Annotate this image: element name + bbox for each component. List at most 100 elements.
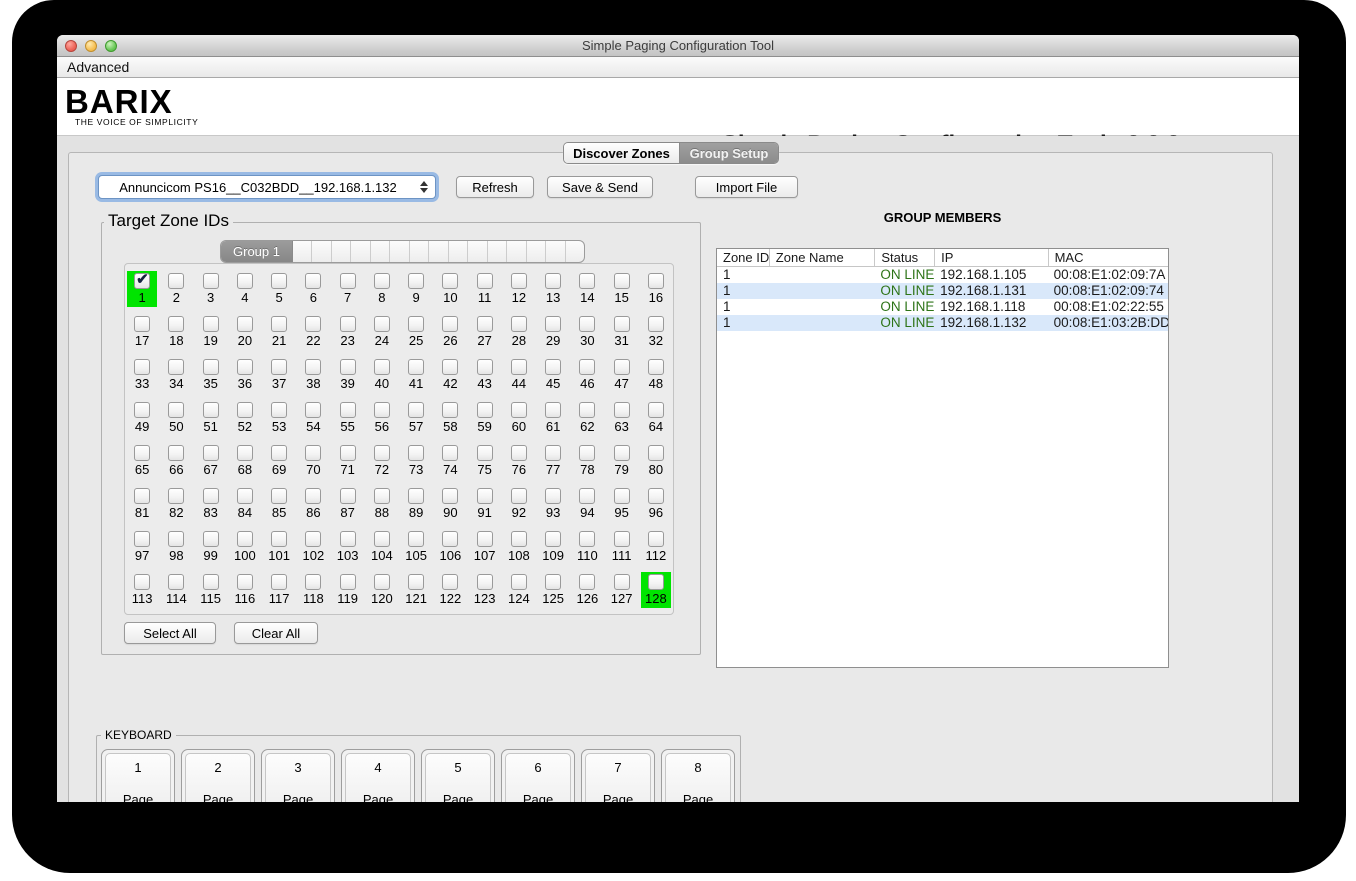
group-tab-empty-14[interactable] bbox=[527, 241, 546, 262]
clear-all-button[interactable]: Clear All bbox=[234, 622, 318, 644]
zone-checkbox-57[interactable] bbox=[408, 402, 424, 418]
zone-checkbox-86[interactable] bbox=[305, 488, 321, 504]
zone-checkbox-58[interactable] bbox=[442, 402, 458, 418]
zone-checkbox-15[interactable] bbox=[614, 273, 630, 289]
zone-checkbox-117[interactable] bbox=[271, 574, 287, 590]
zone-checkbox-10[interactable] bbox=[442, 273, 458, 289]
zone-checkbox-40[interactable] bbox=[374, 359, 390, 375]
zone-checkbox-64[interactable] bbox=[648, 402, 664, 418]
zone-checkbox-103[interactable] bbox=[340, 531, 356, 547]
group-tab-empty-10[interactable] bbox=[449, 241, 468, 262]
zone-checkbox-107[interactable] bbox=[477, 531, 493, 547]
group-tab-empty-12[interactable] bbox=[488, 241, 507, 262]
zone-checkbox-72[interactable] bbox=[374, 445, 390, 461]
keyboard-key-8[interactable]: 8Page bbox=[661, 749, 735, 802]
zone-checkbox-38[interactable] bbox=[305, 359, 321, 375]
zone-checkbox-11[interactable] bbox=[477, 273, 493, 289]
tab-discover-zones[interactable]: Discover Zones bbox=[564, 143, 680, 163]
zone-checkbox-34[interactable] bbox=[168, 359, 184, 375]
refresh-button[interactable]: Refresh bbox=[456, 176, 534, 198]
zone-checkbox-63[interactable] bbox=[614, 402, 630, 418]
zone-checkbox-114[interactable] bbox=[168, 574, 184, 590]
group-tab-empty-13[interactable] bbox=[507, 241, 526, 262]
zone-checkbox-88[interactable] bbox=[374, 488, 390, 504]
zone-checkbox-75[interactable] bbox=[477, 445, 493, 461]
zone-checkbox-125[interactable] bbox=[545, 574, 561, 590]
zone-checkbox-19[interactable] bbox=[203, 316, 219, 332]
zone-checkbox-74[interactable] bbox=[442, 445, 458, 461]
zone-checkbox-60[interactable] bbox=[511, 402, 527, 418]
zone-checkbox-27[interactable] bbox=[477, 316, 493, 332]
zone-checkbox-39[interactable] bbox=[340, 359, 356, 375]
zone-checkbox-24[interactable] bbox=[374, 316, 390, 332]
zone-checkbox-61[interactable] bbox=[545, 402, 561, 418]
zone-checkbox-31[interactable] bbox=[614, 316, 630, 332]
zone-checkbox-48[interactable] bbox=[648, 359, 664, 375]
zone-checkbox-120[interactable] bbox=[374, 574, 390, 590]
zone-checkbox-109[interactable] bbox=[545, 531, 561, 547]
group-tab-empty-6[interactable] bbox=[371, 241, 390, 262]
zone-checkbox-35[interactable] bbox=[203, 359, 219, 375]
zone-checkbox-94[interactable] bbox=[579, 488, 595, 504]
zone-checkbox-36[interactable] bbox=[237, 359, 253, 375]
import-file-button[interactable]: Import File bbox=[695, 176, 798, 198]
zone-checkbox-2[interactable] bbox=[168, 273, 184, 289]
zone-checkbox-41[interactable] bbox=[408, 359, 424, 375]
zone-checkbox-56[interactable] bbox=[374, 402, 390, 418]
zone-checkbox-112[interactable] bbox=[648, 531, 664, 547]
zone-checkbox-124[interactable] bbox=[511, 574, 527, 590]
table-row[interactable]: 1ON LINE192.168.1.13200:08:E1:03:2B:DD bbox=[717, 315, 1168, 331]
titlebar[interactable]: Simple Paging Configuration Tool bbox=[57, 35, 1299, 57]
zone-checkbox-9[interactable] bbox=[408, 273, 424, 289]
table-row[interactable]: 1ON LINE192.168.1.10500:08:E1:02:09:7A bbox=[717, 267, 1168, 283]
zone-checkbox-20[interactable] bbox=[237, 316, 253, 332]
group-tab-empty-8[interactable] bbox=[410, 241, 429, 262]
keyboard-key-5[interactable]: 5Page bbox=[421, 749, 495, 802]
zone-checkbox-32[interactable] bbox=[648, 316, 664, 332]
save-send-button[interactable]: Save & Send bbox=[547, 176, 653, 198]
zone-checkbox-98[interactable] bbox=[168, 531, 184, 547]
table-row[interactable]: 1ON LINE192.168.1.13100:08:E1:02:09:74 bbox=[717, 283, 1168, 299]
tab-group-setup[interactable]: Group Setup bbox=[680, 143, 778, 163]
zone-checkbox-23[interactable] bbox=[340, 316, 356, 332]
group-tab-empty-3[interactable] bbox=[312, 241, 331, 262]
zone-checkbox-42[interactable] bbox=[442, 359, 458, 375]
zone-checkbox-116[interactable] bbox=[237, 574, 253, 590]
zone-checkbox-82[interactable] bbox=[168, 488, 184, 504]
zone-checkbox-122[interactable] bbox=[442, 574, 458, 590]
zone-checkbox-93[interactable] bbox=[545, 488, 561, 504]
zone-checkbox-121[interactable] bbox=[408, 574, 424, 590]
zone-checkbox-26[interactable] bbox=[442, 316, 458, 332]
zone-checkbox-53[interactable] bbox=[271, 402, 287, 418]
zone-checkbox-18[interactable] bbox=[168, 316, 184, 332]
zone-checkbox-47[interactable] bbox=[614, 359, 630, 375]
zone-checkbox-89[interactable] bbox=[408, 488, 424, 504]
zone-checkbox-95[interactable] bbox=[614, 488, 630, 504]
zone-checkbox-101[interactable] bbox=[271, 531, 287, 547]
zone-checkbox-45[interactable] bbox=[545, 359, 561, 375]
zone-checkbox-90[interactable] bbox=[442, 488, 458, 504]
zone-checkbox-59[interactable] bbox=[477, 402, 493, 418]
group-tab-empty-5[interactable] bbox=[351, 241, 370, 262]
zone-checkbox-80[interactable] bbox=[648, 445, 664, 461]
zone-checkbox-1[interactable] bbox=[134, 273, 150, 289]
zone-checkbox-106[interactable] bbox=[442, 531, 458, 547]
group-tab-empty-11[interactable] bbox=[468, 241, 487, 262]
zone-checkbox-96[interactable] bbox=[648, 488, 664, 504]
zone-checkbox-77[interactable] bbox=[545, 445, 561, 461]
zone-checkbox-123[interactable] bbox=[477, 574, 493, 590]
zone-checkbox-105[interactable] bbox=[408, 531, 424, 547]
zone-checkbox-65[interactable] bbox=[134, 445, 150, 461]
group-tab-empty-7[interactable] bbox=[390, 241, 409, 262]
zone-checkbox-43[interactable] bbox=[477, 359, 493, 375]
group-tab-empty-9[interactable] bbox=[429, 241, 448, 262]
zone-checkbox-127[interactable] bbox=[614, 574, 630, 590]
zone-checkbox-21[interactable] bbox=[271, 316, 287, 332]
keyboard-key-2[interactable]: 2Page bbox=[181, 749, 255, 802]
zone-checkbox-87[interactable] bbox=[340, 488, 356, 504]
keyboard-key-1[interactable]: 1Page bbox=[101, 749, 175, 802]
zone-checkbox-78[interactable] bbox=[579, 445, 595, 461]
zone-checkbox-97[interactable] bbox=[134, 531, 150, 547]
zone-checkbox-84[interactable] bbox=[237, 488, 253, 504]
zone-checkbox-111[interactable] bbox=[614, 531, 630, 547]
